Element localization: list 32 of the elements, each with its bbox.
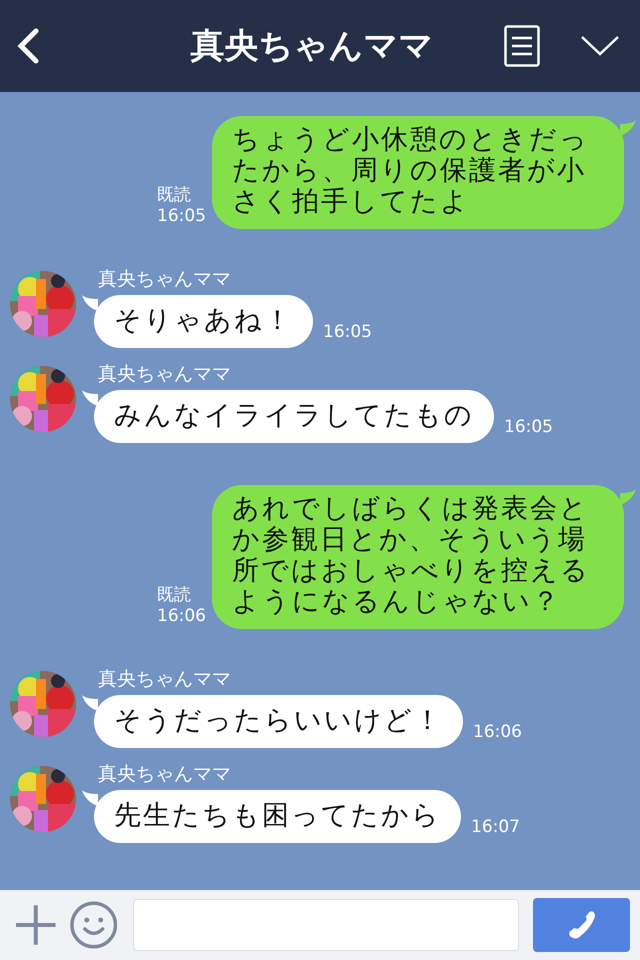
chevron-down-icon[interactable] [580, 35, 620, 57]
message-time: 16:06 [157, 606, 206, 627]
message-bubble: みんなイライラしてたもの [94, 390, 494, 443]
message-time: 16:05 [157, 206, 206, 227]
chat-title: 真央ちゃんママ [190, 25, 434, 68]
back-icon[interactable] [16, 28, 40, 64]
bubble-tail [82, 390, 98, 406]
sender-name: 真央ちゃんママ [98, 267, 232, 291]
read-receipt: 既読 [157, 585, 192, 606]
emoji-icon[interactable] [70, 901, 118, 949]
call-button[interactable] [532, 898, 630, 952]
sender-name: 真央ちゃんママ [98, 667, 232, 691]
message-time: 16:05 [504, 417, 553, 437]
message-bubble: そりゃあね！ [94, 295, 313, 348]
message-bubble: 先生たちも困ってたから [94, 790, 461, 843]
notes-icon[interactable] [504, 25, 540, 67]
message-bubble: ちょうど小休憩のときだったから、周りの保護者が小さく拍手してたよ [212, 116, 624, 229]
sender-name: 真央ちゃんママ [98, 762, 232, 786]
message-time: 16:07 [471, 817, 520, 837]
bubble-tail [620, 120, 636, 136]
bubble-tail [620, 489, 636, 505]
sender-name: 真央ちゃんママ [98, 362, 232, 386]
message-time: 16:05 [323, 322, 372, 342]
message-time: 16:06 [473, 722, 522, 742]
plus-icon[interactable] [16, 905, 56, 945]
bubble-tail [82, 790, 98, 806]
message-bubble: そうだったらいいけど！ [94, 695, 463, 748]
bubble-tail [82, 695, 98, 711]
message-input-field[interactable] [133, 899, 519, 951]
read-receipt: 既読 [157, 185, 192, 206]
bubble-tail [82, 295, 98, 311]
message-bubble: あれでしばらくは発表会とか参観日とか、そういう場所ではおしゃべりを控えるようになるんじゃない？ [212, 485, 624, 629]
